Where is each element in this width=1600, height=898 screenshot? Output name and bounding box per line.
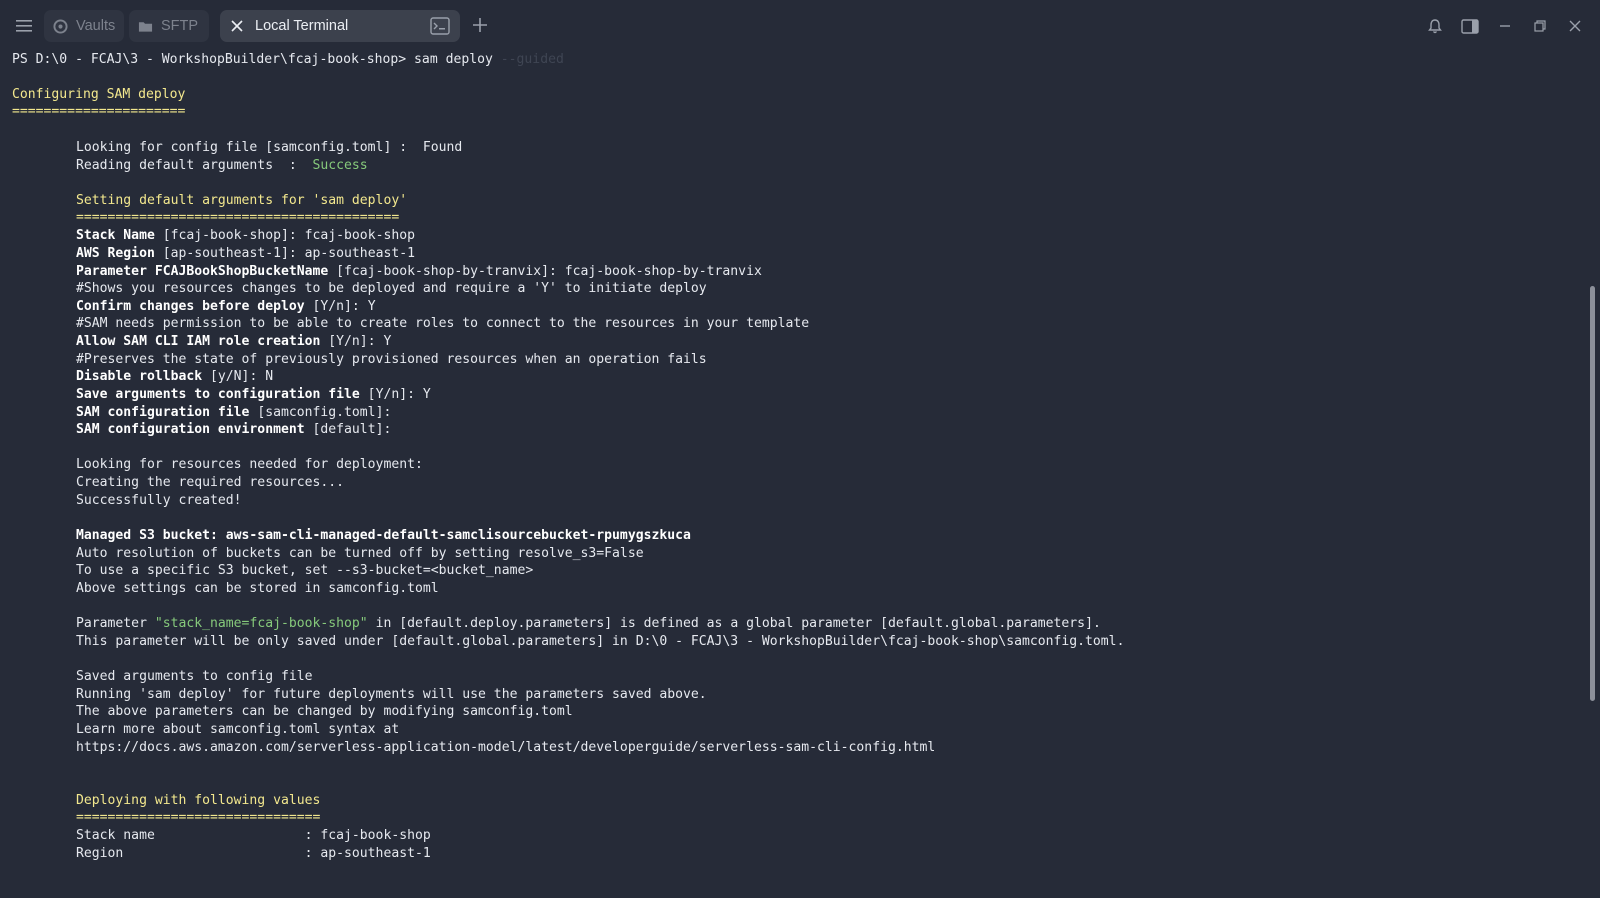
output-line: Above settings can be stored in samconfi…: [76, 581, 439, 596]
comment-line: #Preserves the state of previously provi…: [76, 352, 707, 367]
tab-vaults[interactable]: Vaults: [44, 10, 124, 42]
arg-value: [fcaj-book-shop-by-tranvix]: fcaj-book-s…: [328, 264, 762, 279]
arg-key: Stack Name: [76, 228, 155, 243]
output-text: Reading default arguments :: [76, 158, 313, 173]
output-line: Reading default arguments : Success: [12, 157, 368, 175]
arg-value: [y/N]: N: [202, 369, 274, 384]
output-line: The above parameters can be changed by m…: [76, 704, 573, 719]
docs-link[interactable]: https://docs.aws.amazon.com/serverless-a…: [12, 739, 935, 757]
comment-line: #SAM needs permission to be able to crea…: [76, 316, 810, 331]
arg-key: SAM configuration file: [76, 405, 250, 420]
arg-key: Save arguments to configuration file: [76, 387, 360, 402]
terminal-output[interactable]: PS D:\0 - FCAJ\3 - WorkshopBuilder\fcaj-…: [0, 51, 1588, 898]
restore-icon[interactable]: [1529, 15, 1551, 37]
minimize-icon[interactable]: [1494, 15, 1516, 37]
arg-line: SAM configuration file [samconfig.toml]:: [12, 404, 391, 422]
bell-icon[interactable]: [1424, 15, 1446, 37]
output-text: in [default.deploy.parameters] is define…: [367, 616, 1101, 631]
section-rule: ========================================…: [76, 210, 400, 225]
output-line: Stack name : fcaj-book-shop: [76, 828, 431, 843]
header-rule: ======================: [12, 104, 186, 119]
close-tab-icon[interactable]: [229, 18, 245, 34]
arg-line: Confirm changes before deploy [Y/n]: Y: [12, 298, 376, 316]
output-line: Learn more about samconfig.toml syntax a…: [76, 722, 400, 737]
arg-key: AWS Region: [76, 246, 155, 261]
output-line: Auto resolution of buckets can be turned…: [76, 546, 644, 561]
autosuggestion: --guided: [492, 52, 564, 67]
arg-key: Parameter FCAJBookShopBucketName: [76, 264, 329, 279]
tab-bar: Vaults SFTP Local Terminal: [0, 0, 1600, 51]
new-tab-icon[interactable]: [469, 14, 491, 36]
arg-key: SAM configuration environment: [76, 422, 305, 437]
close-window-icon[interactable]: [1564, 15, 1586, 37]
arg-line: SAM configuration environment [default]:: [12, 421, 391, 439]
prompt-line: PS D:\0 - FCAJ\3 - WorkshopBuilder\fcaj-…: [12, 51, 564, 69]
terminal-app-window: Vaults SFTP Local Terminal PS D:\0 - FCA…: [0, 0, 1600, 898]
arg-key: Confirm changes before deploy: [76, 299, 305, 314]
output-line: This parameter will be only saved under …: [76, 634, 1125, 649]
arg-line: Stack Name [fcaj-book-shop]: fcaj-book-s…: [12, 227, 415, 245]
side-panel-icon[interactable]: [1459, 15, 1481, 37]
arg-key: Disable rollback: [76, 369, 203, 384]
arg-key: Allow SAM CLI IAM role creation: [76, 334, 321, 349]
header-title: Configuring SAM deploy: [12, 87, 186, 102]
arg-value: [samconfig.toml]:: [249, 405, 392, 420]
managed-bucket-line: Managed S3 bucket: aws-sam-cli-managed-d…: [76, 528, 691, 543]
output-text: Parameter: [76, 616, 155, 631]
scrollbar-thumb[interactable]: [1590, 286, 1595, 701]
section-rule: ===============================: [76, 810, 321, 825]
comment-line: #Shows you resources changes to be deplo…: [76, 281, 707, 296]
arg-value: [ap-southeast-1]: ap-southeast-1: [154, 246, 415, 261]
output-line: Successfully created!: [76, 493, 242, 508]
output-line: Region : ap-southeast-1: [76, 846, 431, 861]
section-title: Deploying with following values: [76, 793, 321, 808]
arg-line: AWS Region [ap-southeast-1]: ap-southeas…: [12, 245, 415, 263]
parameter-value: "stack_name=fcaj-book-shop": [154, 616, 368, 631]
arg-line: Save arguments to configuration file [Y/…: [12, 386, 431, 404]
section-title: Setting default arguments for 'sam deplo…: [76, 193, 408, 208]
tab-label: Local Terminal: [255, 18, 349, 34]
tab-label: SFTP: [161, 18, 199, 34]
arg-line: Allow SAM CLI IAM role creation [Y/n]: Y: [12, 333, 391, 351]
arg-line: Parameter FCAJBookShopBucketName [fcaj-b…: [12, 263, 762, 281]
folder-icon: [137, 18, 153, 34]
prompt: PS D:\0 - FCAJ\3 - WorkshopBuilder\fcaj-…: [12, 52, 415, 67]
output-line: Looking for resources needed for deploym…: [76, 457, 423, 472]
arg-value: [default]:: [304, 422, 392, 437]
arg-value: [Y/n]: Y: [320, 334, 392, 349]
terminal-scrollbar[interactable]: [1588, 51, 1600, 898]
hamburger-menu-icon[interactable]: [10, 14, 38, 38]
arg-line: Disable rollback [y/N]: N: [12, 368, 273, 386]
arg-value: [fcaj-book-shop]: fcaj-book-shop: [154, 228, 415, 243]
output-line: Looking for config file [samconfig.toml]…: [76, 140, 463, 155]
arg-value: [Y/n]: Y: [304, 299, 376, 314]
tab-sftp[interactable]: SFTP: [129, 10, 209, 42]
output-line: To use a specific S3 bucket, set --s3-bu…: [76, 563, 534, 578]
output-line: Saved arguments to config file: [76, 669, 313, 684]
terminal-lines: PS D:\0 - FCAJ\3 - WorkshopBuilder\fcaj-…: [12, 51, 1124, 861]
vault-icon: [52, 18, 68, 34]
output-line: Creating the required resources...: [76, 475, 345, 490]
terminal-icon: [430, 17, 450, 39]
output-line: Running 'sam deploy' for future deployme…: [76, 687, 707, 702]
parameter-line: Parameter "stack_name=fcaj-book-shop" in…: [12, 615, 1101, 633]
command: sam deploy: [414, 52, 493, 67]
tab-label: Vaults: [76, 18, 116, 34]
arg-value: [Y/n]: Y: [359, 387, 431, 402]
success-status: Success: [312, 158, 368, 173]
tab-local-terminal[interactable]: Local Terminal: [220, 10, 460, 42]
